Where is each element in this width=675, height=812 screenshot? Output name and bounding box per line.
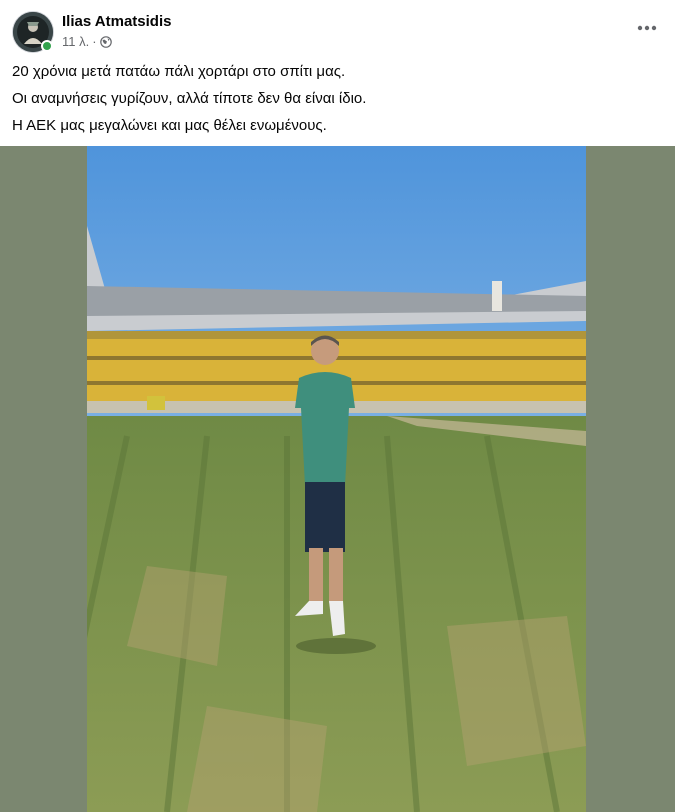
post-message-line: Η ΑΕΚ μας μεγαλώνει και μας θέλει ενωμέν… — [12, 117, 327, 134]
post-meta: 11 λ. · — [62, 34, 112, 49]
post-media[interactable] — [0, 146, 675, 812]
post-message-line: 20 χρόνια μετά πατάω πάλι χορτάρι στο σπ… — [12, 63, 346, 80]
post-timestamp[interactable]: 11 λ. — [62, 34, 89, 49]
online-status-indicator — [41, 40, 53, 52]
meta-separator: · — [92, 34, 97, 49]
post-message: 20 χρόνια μετά πατάω πάλι χορτάρι στο σπ… — [12, 62, 662, 143]
post-header: Ilias Atmatsidis 11 λ. · — [0, 0, 675, 58]
stadium-photo — [87, 146, 586, 812]
post-photo[interactable] — [87, 146, 586, 812]
more-options-button[interactable] — [633, 14, 661, 42]
more-options-icon — [637, 25, 657, 31]
post-message-line: Οι αναμνήσεις γυρίζουν, αλλά τίποτε δεν … — [12, 90, 367, 107]
author-name[interactable]: Ilias Atmatsidis — [62, 13, 171, 30]
globe-icon[interactable] — [99, 35, 112, 48]
